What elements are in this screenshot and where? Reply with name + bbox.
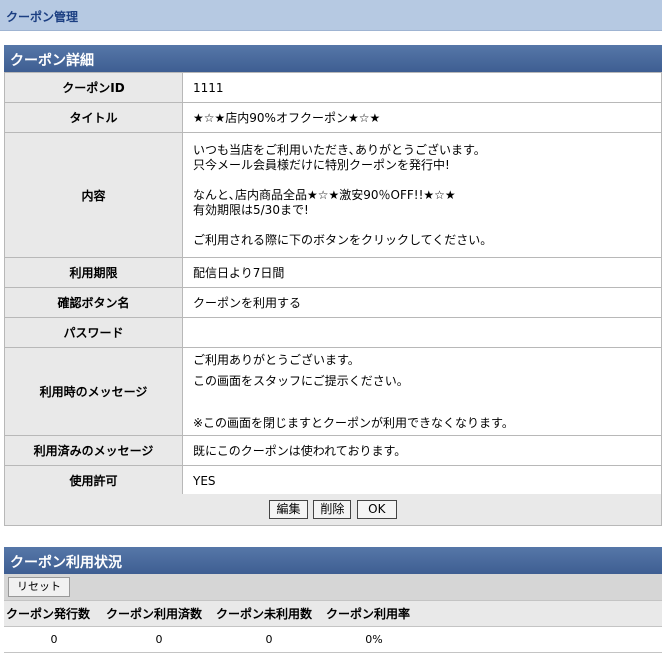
password-value <box>182 317 662 348</box>
page-title: クーポン管理 <box>6 10 79 24</box>
row-use-message: 利用時のメッセージ ご利用ありがとうございます。 この画面をスタッフにご提示くだ… <box>4 347 662 436</box>
unused-count-value: 0 <box>214 626 324 653</box>
usage-title: クーポン利用状況 <box>10 555 122 571</box>
use-message-line <box>193 392 661 413</box>
header-spacer <box>424 601 662 627</box>
used-message-label: 利用済みのメッセージ <box>4 435 183 466</box>
value-spacer <box>424 626 662 653</box>
usage-table: クーポン発行数 クーポン利用済数 クーポン未利用数 クーポン利用率 0 0 0 … <box>4 601 662 653</box>
coupon-detail-table: クーポンID 1111 タイトル ★☆★店内90%オフクーポン★☆★ 内容 いつ… <box>4 72 662 496</box>
content-line: いつも当店をご利用いただき､ありがとうございます。 <box>193 142 486 157</box>
used-count-value: 0 <box>104 626 214 653</box>
permission-label: 使用許可 <box>4 465 183 496</box>
content-line <box>193 173 661 188</box>
content-line: なんと､店内商品全品★☆★激安90％OFF!!★☆★ <box>193 187 456 202</box>
used-count-header: クーポン利用済数 <box>104 601 214 627</box>
use-message-line: ※この画面を閉じますとクーポンが利用できなくなります。 <box>193 415 514 430</box>
row-period: 利用期限 配信日より7日間 <box>4 257 662 288</box>
use-message-line: ご利用ありがとうございます。 <box>193 352 360 367</box>
edit-button[interactable]: 編集 <box>269 500 308 519</box>
row-button-name: 確認ボタン名 クーポンを利用する <box>4 287 662 318</box>
page-header: クーポン管理 <box>0 0 662 31</box>
coupon-id-label: クーポンID <box>4 72 183 103</box>
button-name-label: 確認ボタン名 <box>4 287 183 318</box>
delete-button[interactable]: 削除 <box>313 500 352 519</box>
usage-toolbar: リセット <box>4 574 662 601</box>
row-title: タイトル ★☆★店内90%オフクーポン★☆★ <box>4 102 662 133</box>
usage-header-row: クーポン発行数 クーポン利用済数 クーポン未利用数 クーポン利用率 <box>4 601 662 627</box>
usage-value-row: 0 0 0 0% <box>4 626 662 653</box>
row-coupon-id: クーポンID 1111 <box>4 72 662 103</box>
used-message-value: 既にこのクーポンは使われております。 <box>182 435 662 466</box>
period-label: 利用期限 <box>4 257 183 288</box>
content-line <box>193 218 661 233</box>
content-line: 只今メール会員様だけに特別クーポンを発行中! <box>193 157 450 172</box>
coupon-detail-header: クーポン詳細 <box>4 45 662 72</box>
content-line: 有効期限は5/30まで! <box>193 202 309 217</box>
content-label: 内容 <box>4 132 183 258</box>
use-message-value: ご利用ありがとうございます。 この画面をスタッフにご提示ください。 ※この画面を… <box>182 347 662 436</box>
issued-count-value: 0 <box>4 626 104 653</box>
usage-rate-value: 0% <box>324 626 424 653</box>
ok-button[interactable]: OK <box>357 500 397 519</box>
reset-button[interactable]: リセット <box>8 577 70 597</box>
unused-count-header: クーポン未利用数 <box>214 601 324 627</box>
use-message-line: この画面をスタッフにご提示ください。 <box>193 373 409 388</box>
row-permission: 使用許可 YES <box>4 465 662 496</box>
usage-header: クーポン利用状況 <box>4 547 662 574</box>
password-label: パスワード <box>4 317 183 348</box>
period-value: 配信日より7日間 <box>182 257 662 288</box>
issued-count-header: クーポン発行数 <box>4 601 104 627</box>
usage-rate-header: クーポン利用率 <box>324 601 424 627</box>
content-value: いつも当店をご利用いただき､ありがとうございます。 只今メール会員様だけに特別ク… <box>182 132 662 258</box>
action-button-row: 編集 削除 OK <box>4 494 662 526</box>
permission-value: YES <box>182 465 662 496</box>
row-password: パスワード <box>4 317 662 348</box>
content-line: ご利用される際に下のボタンをクリックしてください。 <box>193 232 493 247</box>
row-used-message: 利用済みのメッセージ 既にこのクーポンは使われております。 <box>4 435 662 466</box>
use-message-label: 利用時のメッセージ <box>4 347 183 436</box>
coupon-detail-title: クーポン詳細 <box>10 53 94 69</box>
title-value: ★☆★店内90%オフクーポン★☆★ <box>182 102 662 133</box>
title-label: タイトル <box>4 102 183 133</box>
row-content: 内容 いつも当店をご利用いただき､ありがとうございます。 只今メール会員様だけに… <box>4 132 662 258</box>
button-name-value: クーポンを利用する <box>182 287 662 318</box>
coupon-id-value: 1111 <box>182 72 662 103</box>
